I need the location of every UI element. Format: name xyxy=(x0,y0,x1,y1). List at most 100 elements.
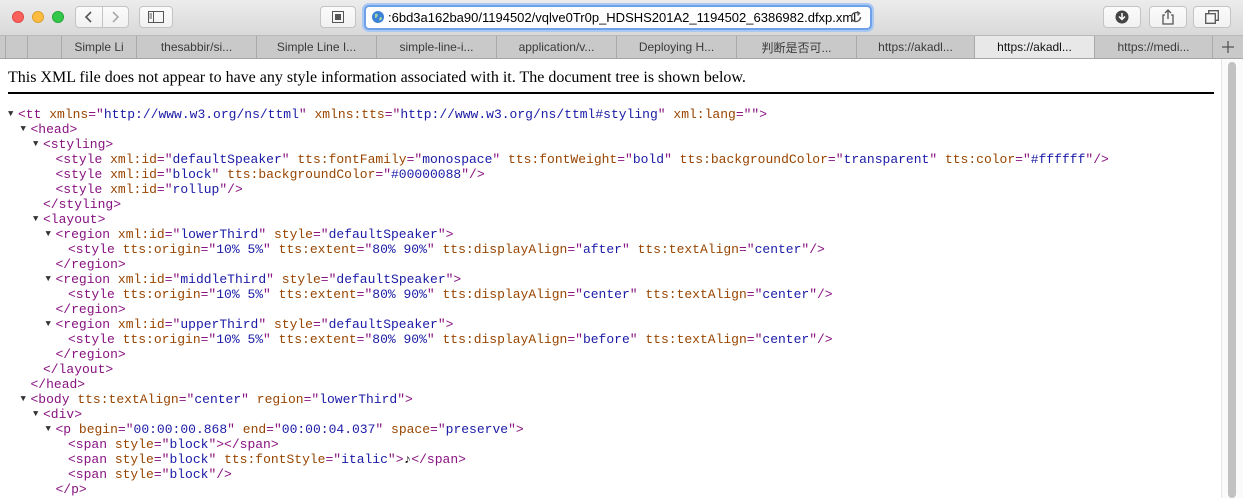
xml-token: xml:lang xyxy=(673,107,736,122)
xml-line: ▼ <tt xmlns="http://www.w3.org/ns/ttml" x… xyxy=(8,107,767,122)
back-button[interactable] xyxy=(76,7,102,27)
xml-token: </region> xyxy=(55,257,126,272)
tab-pinned[interactable] xyxy=(5,36,27,58)
reader-button[interactable] xyxy=(320,6,356,28)
tab-label: Simple Li xyxy=(74,40,124,54)
xml-token: #00000088 xyxy=(391,167,462,182)
xml-token: xmlns xyxy=(49,107,89,122)
zoom-window-button[interactable] xyxy=(52,11,64,23)
xml-token: 80% 90% xyxy=(372,332,427,347)
xml-token: "> xyxy=(397,392,413,407)
tab-item[interactable]: Deploying H... xyxy=(616,36,736,58)
xml-token: =" xyxy=(117,422,134,437)
xml-token: italic xyxy=(341,452,388,467)
vertical-scrollbar[interactable] xyxy=(1221,59,1243,498)
tab-item[interactable]: 判断是否可... xyxy=(736,36,856,58)
collapse-toggle-icon[interactable]: ▼ xyxy=(8,107,13,122)
url-text[interactable]: :6bd3a162ba90/1194502/vqlve0Tr0p_HDSHS20… xyxy=(388,10,856,25)
xml-token: tts:textAlign xyxy=(637,242,739,257)
xml-token: =" xyxy=(303,392,320,407)
tab-label: thesabbir/si... xyxy=(160,40,233,54)
xml-token: center xyxy=(762,287,810,302)
xml-token: </span> xyxy=(411,452,466,467)
collapse-toggle-icon[interactable]: ▼ xyxy=(33,212,38,227)
collapse-toggle-icon[interactable]: ▼ xyxy=(33,137,38,152)
xml-token: tts:displayAlign xyxy=(442,287,568,302)
tab-overview-button[interactable] xyxy=(1193,6,1231,28)
xml-token: "> xyxy=(387,452,404,467)
xml-line: ▼ <body tts:textAlign="center" region="lo… xyxy=(21,392,413,407)
xml-token: </styling> xyxy=(43,197,122,212)
xml-token: =" xyxy=(384,107,401,122)
forward-button[interactable] xyxy=(101,7,129,27)
xml-token: after xyxy=(582,242,622,257)
minimize-window-button[interactable] xyxy=(32,11,44,23)
collapse-toggle-icon[interactable]: ▼ xyxy=(21,392,26,407)
xml-token: =" xyxy=(156,167,173,182)
xml-token: 10% 5% xyxy=(216,287,264,302)
xml-token: center xyxy=(582,287,630,302)
tab-item[interactable]: Simple Line I... xyxy=(256,36,376,58)
xml-token: space xyxy=(391,422,431,437)
xml-token: http://www.w3.org/ns/ttml xyxy=(103,107,299,122)
xml-token: <span xyxy=(68,452,115,467)
xml-line: <span style="block" tts:fontStyle="itali… xyxy=(68,452,466,467)
xml-line: ▼ <region xml:id="middleThird" style="def… xyxy=(46,272,462,287)
new-tab-button[interactable] xyxy=(1212,36,1243,58)
collapse-toggle-icon[interactable]: ▼ xyxy=(33,407,38,422)
tab-item[interactable]: simple-line-i... xyxy=(376,36,496,58)
downloads-button[interactable] xyxy=(1103,6,1141,28)
tab-pinned[interactable] xyxy=(27,36,61,58)
xml-token: =" xyxy=(312,317,329,332)
xml-token: =" xyxy=(827,152,844,167)
address-bar[interactable]: :6bd3a162ba90/1194502/vqlve0Tr0p_HDSHS20… xyxy=(364,5,872,30)
xml-token: defaultSpeaker xyxy=(172,152,282,167)
reload-icon[interactable] xyxy=(848,9,864,25)
sidebar-button[interactable] xyxy=(139,6,173,28)
xml-token: tts:origin xyxy=(122,332,201,347)
tab-item[interactable]: application/v... xyxy=(496,36,616,58)
xml-token: =" xyxy=(1015,152,1031,167)
tab-item[interactable]: thesabbir/si... xyxy=(136,36,256,58)
xml-token: " xyxy=(211,167,228,182)
scrollbar-thumb[interactable] xyxy=(1228,62,1236,498)
xml-token: style xyxy=(281,272,321,287)
xml-token: " xyxy=(929,152,945,167)
collapse-toggle-icon[interactable]: ▼ xyxy=(46,272,51,287)
xml-token: "/> xyxy=(801,242,825,257)
xml-token: upperThird xyxy=(180,317,259,332)
tab-item-active[interactable]: https://akadl... xyxy=(974,36,1094,58)
xml-token: " xyxy=(426,332,443,347)
share-button[interactable] xyxy=(1149,6,1187,28)
xml-token: =" xyxy=(375,167,391,182)
xml-token: xml:id xyxy=(110,152,157,167)
xml-token: block xyxy=(169,467,209,482)
collapse-toggle-icon[interactable]: ▼ xyxy=(46,317,51,332)
collapse-toggle-icon[interactable]: ▼ xyxy=(46,422,51,437)
tab-label: https://medi... xyxy=(1117,40,1190,54)
xml-line: </region> xyxy=(56,347,126,362)
xml-token: tts:extent xyxy=(278,242,357,257)
xml-token: " xyxy=(263,287,279,302)
xml-line: <style xml:id="rollup"/> xyxy=(56,182,243,197)
xml-token: =" xyxy=(153,437,170,452)
close-window-button[interactable] xyxy=(12,11,24,23)
xml-token: block xyxy=(172,167,212,182)
xml-token: " xyxy=(241,392,257,407)
tab-item[interactable]: https://akadl... xyxy=(856,36,974,58)
tab-item[interactable]: https://medi... xyxy=(1094,36,1212,58)
collapse-toggle-icon[interactable]: ▼ xyxy=(21,122,26,137)
page-content: This XML file does not appear to have an… xyxy=(0,59,1243,498)
xml-token: <style xyxy=(68,287,123,302)
xml-token: <tt xyxy=(18,107,50,122)
divider xyxy=(8,92,1214,94)
xml-token: xml:id xyxy=(110,167,157,182)
xml-line: <style tts:origin="10% 5%" tts:extent="8… xyxy=(68,242,825,257)
xml-token: tts:textAlign xyxy=(77,392,179,407)
tab-item[interactable]: Simple Li xyxy=(61,36,136,58)
xml-token: =" xyxy=(266,422,282,437)
collapse-toggle-icon[interactable]: ▼ xyxy=(46,227,51,242)
xml-token: bold xyxy=(632,152,665,167)
xml-token: begin xyxy=(78,422,118,437)
xml-token: tts:displayAlign xyxy=(442,332,568,347)
